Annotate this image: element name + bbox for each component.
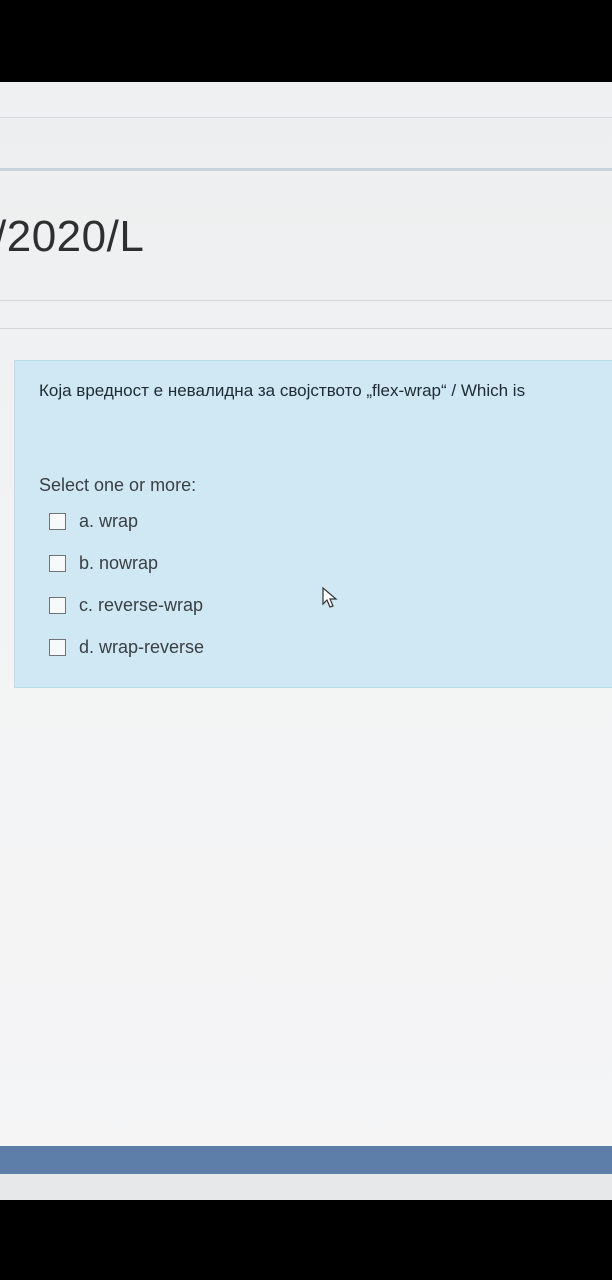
question-text: Која вредност е невалидна за својството … [39,381,526,400]
checkbox-icon[interactable] [49,512,66,530]
header-divider [0,168,612,171]
divider [0,300,612,301]
footer-bar [0,1146,612,1174]
option-label: d. wrap-reverse [79,636,205,657]
course-title: /2020/L [0,212,145,261]
checkbox-icon[interactable] [49,638,66,656]
question-panel: Која вредност е невалидна за својството … [14,360,612,688]
checkbox-icon[interactable] [49,554,66,572]
answer-prompt: Select one or more: [39,475,197,495]
browser-viewport: /2020/L Која вредност е невалидна за сво… [0,82,612,1200]
option-label: b. nowrap [79,552,159,573]
page-top-strip [0,82,612,118]
answer-option-d[interactable]: d. wrap-reverse [49,635,204,659]
footer-area [0,1174,612,1200]
checkbox-icon[interactable] [49,596,66,614]
answer-option-b[interactable]: b. nowrap [49,551,158,575]
answer-option-a[interactable]: a. wrap [49,509,138,533]
answer-option-c[interactable]: c. reverse-wrap [49,593,203,617]
option-label: c. reverse-wrap [79,594,204,615]
option-label: a. wrap [79,510,139,531]
mouse-pointer-icon [322,587,338,608]
divider [0,328,612,329]
